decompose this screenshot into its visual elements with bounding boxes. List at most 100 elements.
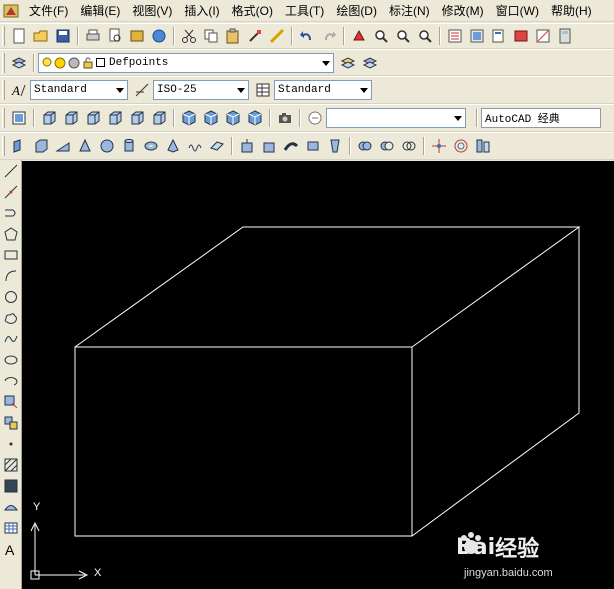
layer-previous-icon[interactable] — [360, 53, 380, 73]
menu-view[interactable]: 视图(V) — [126, 1, 178, 21]
3d-move-icon[interactable] — [429, 136, 449, 156]
toolbar-grip[interactable] — [2, 80, 5, 100]
box-icon[interactable] — [31, 136, 51, 156]
se-isometric-icon[interactable] — [201, 108, 221, 128]
3d-rotate-icon[interactable] — [451, 136, 471, 156]
point-icon[interactable] — [2, 434, 20, 454]
open-folder-icon[interactable] — [31, 26, 51, 46]
wedge-icon[interactable] — [53, 136, 73, 156]
union-icon[interactable] — [355, 136, 375, 156]
region-icon[interactable] — [2, 497, 20, 517]
pyramid-icon[interactable] — [163, 136, 183, 156]
block-editor-icon[interactable] — [267, 26, 287, 46]
make-object-layer-current-icon[interactable] — [338, 53, 358, 73]
extrude-icon[interactable] — [237, 136, 257, 156]
toolbar-grip[interactable] — [2, 26, 5, 46]
line-icon[interactable] — [2, 161, 20, 181]
dimension-style-icon[interactable] — [132, 80, 152, 100]
tool-palettes-icon[interactable] — [489, 26, 509, 46]
text-style-icon[interactable]: A — [9, 80, 29, 100]
menu-tools[interactable]: 工具(T) — [279, 1, 330, 21]
gradient-icon[interactable] — [2, 476, 20, 496]
zoom-window-icon[interactable] — [393, 26, 413, 46]
loft-icon[interactable] — [325, 136, 345, 156]
ellipse-arc-icon[interactable] — [2, 371, 20, 391]
print-icon[interactable] — [83, 26, 103, 46]
sweep-icon[interactable] — [281, 136, 301, 156]
menu-draw[interactable]: 绘图(D) — [330, 1, 383, 21]
3d-align-icon[interactable] — [473, 136, 493, 156]
properties-icon[interactable] — [445, 26, 465, 46]
menu-edit[interactable]: 编辑(E) — [74, 1, 126, 21]
toolbar-grip[interactable] — [2, 136, 5, 156]
copy-icon[interactable] — [201, 26, 221, 46]
circle-icon[interactable] — [2, 287, 20, 307]
revolve-icon[interactable] — [303, 136, 323, 156]
menu-help[interactable]: 帮助(H) — [545, 1, 598, 21]
back-view-icon[interactable] — [149, 108, 169, 128]
sw-isometric-icon[interactable] — [179, 108, 199, 128]
drawing-canvas[interactable]: Y X Bai 经验 jingyan.baidu.com — [22, 161, 614, 589]
new-file-icon[interactable] — [9, 26, 29, 46]
paste-icon[interactable] — [223, 26, 243, 46]
insert-block-icon[interactable] — [2, 392, 20, 412]
planar-surface-icon[interactable] — [207, 136, 227, 156]
design-center-icon[interactable] — [467, 26, 487, 46]
ellipse-icon[interactable] — [2, 350, 20, 370]
calculator-icon[interactable] — [555, 26, 575, 46]
workspace-dropdown[interactable]: AutoCAD 经典 — [481, 108, 601, 128]
redo-icon[interactable] — [319, 26, 339, 46]
cut-icon[interactable] — [179, 26, 199, 46]
layer-properties-icon[interactable] — [9, 53, 29, 73]
bottom-view-icon[interactable] — [61, 108, 81, 128]
match-properties-icon[interactable] — [245, 26, 265, 46]
print-preview-icon[interactable] — [105, 26, 125, 46]
menu-dimension[interactable]: 标注(N) — [383, 1, 436, 21]
polysolid-icon[interactable] — [9, 136, 29, 156]
zoom-previous-icon[interactable] — [415, 26, 435, 46]
markup-set-manager-icon[interactable] — [533, 26, 553, 46]
ucs-icon[interactable] — [305, 108, 325, 128]
hatch-icon[interactable] — [2, 455, 20, 475]
menu-window[interactable]: 窗口(W) — [490, 1, 545, 21]
menu-modify[interactable]: 修改(M) — [436, 1, 490, 21]
publish-icon[interactable] — [127, 26, 147, 46]
layer-dropdown[interactable]: Defpoints — [38, 52, 334, 73]
named-views-icon[interactable] — [9, 108, 29, 128]
text-style-dropdown[interactable]: Standard — [30, 80, 128, 100]
arc-icon[interactable] — [2, 266, 20, 286]
helix-icon[interactable] — [185, 136, 205, 156]
polyline-icon[interactable] — [2, 203, 20, 223]
front-view-icon[interactable] — [127, 108, 147, 128]
toolbar-grip[interactable] — [2, 108, 5, 128]
make-block-icon[interactable] — [2, 413, 20, 433]
sheet-set-manager-icon[interactable] — [511, 26, 531, 46]
subtract-icon[interactable] — [377, 136, 397, 156]
revision-cloud-icon[interactable] — [2, 308, 20, 328]
left-view-icon[interactable] — [83, 108, 103, 128]
camera-icon[interactable] — [275, 108, 295, 128]
box-wireframe[interactable] — [74, 226, 581, 537]
table-icon[interactable] — [2, 518, 20, 538]
spline-icon[interactable] — [2, 329, 20, 349]
presspull-icon[interactable] — [259, 136, 279, 156]
3d-dwf-icon[interactable] — [149, 26, 169, 46]
view-dropdown[interactable] — [326, 108, 466, 128]
right-view-icon[interactable] — [105, 108, 125, 128]
undo-icon[interactable] — [297, 26, 317, 46]
multiline-text-icon[interactable]: A — [2, 539, 20, 559]
intersect-icon[interactable] — [399, 136, 419, 156]
polygon-icon[interactable] — [2, 224, 20, 244]
cone-icon[interactable] — [75, 136, 95, 156]
save-icon[interactable] — [53, 26, 73, 46]
rectangle-icon[interactable] — [2, 245, 20, 265]
dimension-style-dropdown[interactable]: ISO-25 — [153, 80, 249, 100]
pan-realtime-icon[interactable] — [349, 26, 369, 46]
table-style-dropdown[interactable]: Standard — [274, 80, 372, 100]
toolbar-grip[interactable] — [2, 52, 5, 73]
construction-line-icon[interactable] — [2, 182, 20, 202]
menu-insert[interactable]: 插入(I) — [178, 1, 225, 21]
table-style-icon[interactable] — [253, 80, 273, 100]
autocad-app-icon[interactable] — [3, 3, 19, 19]
ne-isometric-icon[interactable] — [223, 108, 243, 128]
